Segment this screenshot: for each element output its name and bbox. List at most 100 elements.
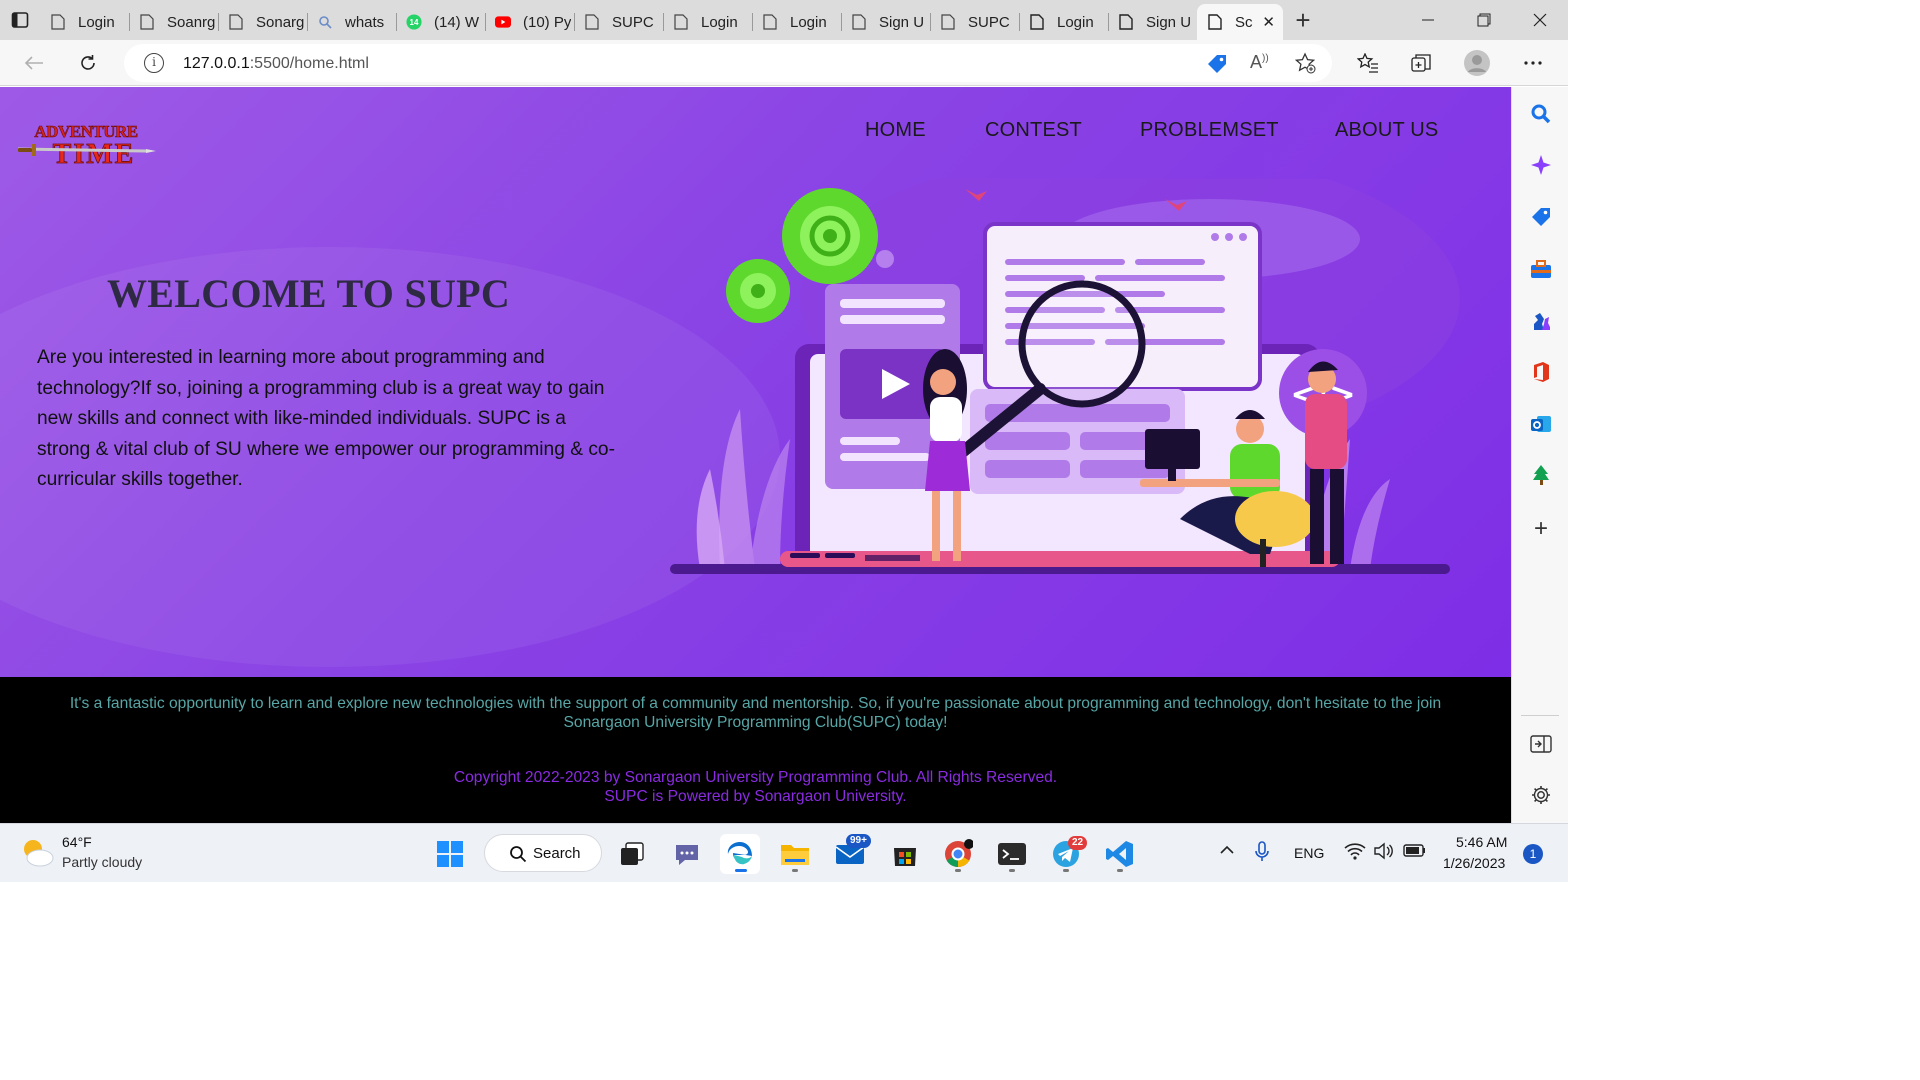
sidebar-copilot[interactable] (1528, 152, 1554, 178)
read-aloud-icon[interactable]: A)) (1250, 52, 1269, 73)
input-language[interactable]: ENG (1294, 845, 1324, 861)
nav-home[interactable]: HOME (865, 119, 926, 142)
nav-problemset[interactable]: PROBLEMSET (1140, 119, 1279, 142)
partly-cloudy-icon (24, 840, 54, 867)
sidebar-divider (1521, 715, 1559, 716)
tab-whatsapp[interactable]: 14 (14) W (396, 6, 485, 38)
youtube-icon (495, 14, 511, 30)
hero-section: ADVENTURE TIME HOME CONTEST PROBLEMSET A… (0, 87, 1511, 677)
chrome-app[interactable] (938, 834, 978, 874)
sidebar-outlook[interactable] (1528, 411, 1554, 437)
address-bar[interactable]: i 127.0.0.1:5500/home.html A)) (124, 44, 1332, 82)
wifi-icon (1344, 843, 1366, 860)
battery-button[interactable] (1403, 842, 1427, 861)
mail-app[interactable]: 99+ (830, 834, 871, 874)
file-explorer-app[interactable] (775, 834, 815, 874)
tab-label: Login (78, 13, 115, 31)
tab-login-1[interactable]: Login (40, 6, 129, 38)
speaker-icon (1374, 842, 1393, 860)
tab-login-4[interactable]: Login (1019, 6, 1108, 38)
sidebar-games[interactable] (1528, 308, 1554, 334)
terminal-app[interactable] (992, 834, 1032, 874)
task-view-icon (621, 842, 644, 865)
collections-button[interactable] (1405, 47, 1437, 79)
chat-icon (676, 845, 698, 865)
nav-contest[interactable]: CONTEST (985, 119, 1082, 142)
sidebar-settings[interactable] (1528, 782, 1554, 808)
telegram-app[interactable]: 22 (1046, 834, 1088, 874)
tab-login-2[interactable]: Login (663, 6, 752, 38)
tab-login-3[interactable]: Login (752, 6, 841, 38)
sidebar-shopping[interactable] (1528, 204, 1554, 230)
tab-signup-2[interactable]: Sign U (1108, 6, 1197, 38)
tab-whats[interactable]: whats (307, 6, 396, 38)
vscode-app[interactable] (1100, 834, 1140, 874)
coupon-tag-icon[interactable] (1206, 53, 1228, 80)
page-icon (851, 14, 867, 30)
task-view-button[interactable] (612, 834, 652, 874)
microphone-button[interactable] (1254, 841, 1270, 866)
page-icon (228, 14, 244, 30)
site-info-icon[interactable]: i (144, 53, 164, 73)
tab-label: (14) W (434, 13, 479, 31)
tab-label: Login (790, 13, 827, 31)
tab-supc-1[interactable]: SUPC (574, 6, 663, 38)
settings-more-button[interactable] (1517, 47, 1549, 79)
copyright-line-2: SUPC is Powered by Sonargaon University. (604, 788, 907, 805)
adventure-time-logo[interactable]: ADVENTURE TIME (14, 113, 158, 171)
restore-button[interactable] (1456, 0, 1512, 40)
sidebar-add[interactable]: + (1528, 515, 1554, 542)
nav-about-us[interactable]: ABOUT US (1335, 119, 1438, 142)
tab-soanrg[interactable]: Soanrg (129, 6, 218, 38)
page-icon (762, 14, 778, 30)
tab-signup-1[interactable]: Sign U (841, 6, 930, 38)
telegram-badge: 22 (1068, 836, 1088, 850)
tab-youtube[interactable]: (10) Py (485, 6, 574, 38)
mail-badge: 99+ (846, 834, 871, 848)
search-icon (317, 14, 333, 30)
taskbar-search[interactable]: Search (484, 834, 602, 872)
clock-date[interactable]: 1/26/2023 (1443, 855, 1505, 871)
start-button[interactable] (430, 834, 470, 874)
teams-chat-button[interactable] (667, 834, 707, 874)
windows-logo-icon (437, 841, 463, 867)
close-tab-icon[interactable]: ✕ (1262, 13, 1275, 31)
close-window-button[interactable] (1512, 0, 1568, 40)
store-app[interactable] (885, 834, 925, 874)
edge-icon (727, 842, 752, 865)
url-text[interactable]: 127.0.0.1:5500/home.html (183, 55, 369, 73)
sidebar-drop[interactable] (1528, 462, 1554, 488)
sidebar-tools[interactable] (1528, 256, 1554, 282)
tab-actions-icon (11, 12, 29, 28)
page-icon (139, 14, 155, 30)
footer-message: It's a fantastic opportunity to learn an… (69, 695, 1442, 731)
sidebar-hide[interactable] (1528, 731, 1554, 757)
edge-app[interactable] (720, 834, 760, 874)
show-hidden-icons-button[interactable] (1219, 841, 1235, 859)
volume-button[interactable] (1373, 842, 1393, 863)
weather-temperature[interactable]: 64°F (62, 834, 92, 850)
back-button[interactable] (18, 47, 50, 79)
restore-icon (1477, 13, 1491, 27)
weather-widget[interactable] (20, 836, 56, 873)
clock-time[interactable]: 5:46 AM (1456, 834, 1507, 850)
more-icon (1524, 61, 1542, 65)
refresh-button[interactable] (72, 47, 104, 79)
avatar-icon (1464, 50, 1490, 76)
minimize-button[interactable] (1400, 0, 1456, 40)
add-favorite-icon[interactable] (1294, 52, 1316, 79)
sidebar-search[interactable] (1528, 101, 1554, 127)
tab-sonarg[interactable]: Sonarg (218, 6, 307, 38)
new-tab-button[interactable]: + (1283, 0, 1323, 40)
tab-supc-2[interactable]: SUPC (930, 6, 1019, 38)
favorites-button[interactable] (1352, 47, 1384, 79)
notification-count[interactable]: 1 (1523, 844, 1543, 864)
tab-active[interactable]: Sc ✕ (1197, 4, 1283, 40)
network-button[interactable] (1344, 842, 1366, 863)
profile-button[interactable] (1461, 47, 1493, 79)
hide-sidebar-icon (1530, 735, 1552, 753)
tree-icon (1533, 465, 1549, 485)
weather-description[interactable]: Partly cloudy (62, 854, 142, 870)
tab-actions-button[interactable] (0, 0, 40, 40)
sidebar-office[interactable] (1528, 359, 1554, 385)
